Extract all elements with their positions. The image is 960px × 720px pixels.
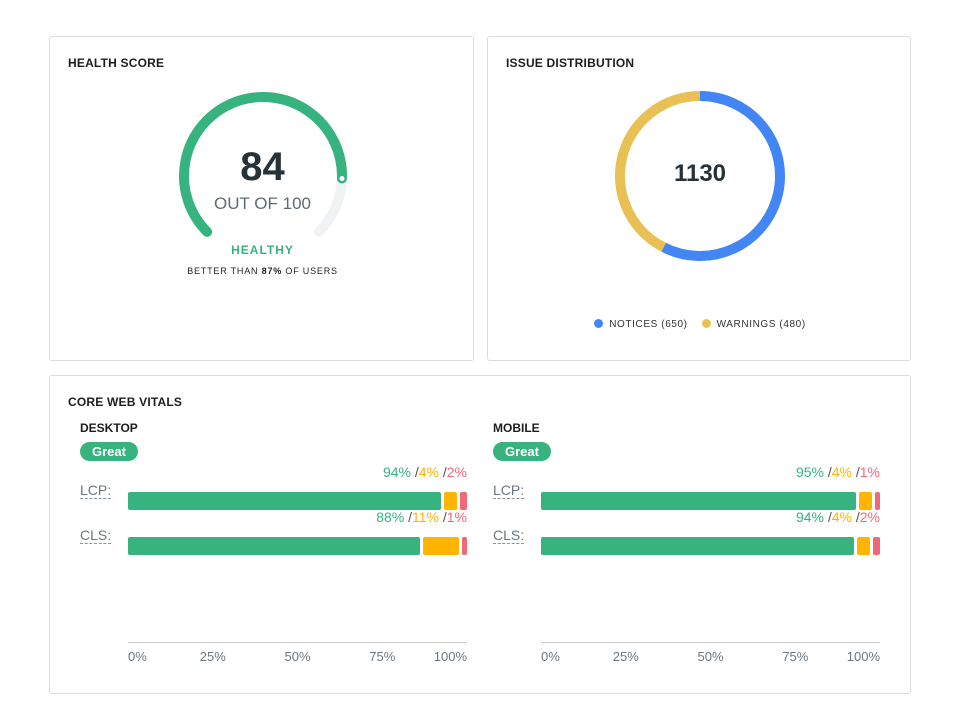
better-than-text: BETTER THAN 87% OF USERS	[187, 266, 338, 276]
metric-bar[interactable]	[128, 537, 467, 555]
x-tick-label: 100%	[433, 649, 467, 664]
bar-bad-segment[interactable]	[462, 537, 467, 555]
x-axis	[541, 642, 880, 643]
legend-warnings[interactable]: WARNINGS (480)	[701, 319, 806, 330]
health-score-card: HEALTH SCORE 84 OUT OF 100 HEALTHY BETTE…	[49, 36, 474, 361]
metric-percentages: 94% /4% /2%	[795, 509, 880, 525]
bar-mid-segment[interactable]	[422, 537, 460, 555]
score-out-of: OUT OF 100	[214, 194, 311, 213]
metric-bar[interactable]	[541, 492, 880, 510]
legend-notices[interactable]: NOTICES (650)	[594, 319, 687, 330]
issue-donut	[615, 91, 785, 261]
x-tick-label: 50%	[284, 649, 311, 664]
bar-bad-segment[interactable]	[873, 537, 880, 555]
x-tick-label: 0%	[128, 649, 147, 664]
x-tick-label: 75%	[369, 649, 396, 664]
metric-percentages: 94% /4% /2%	[382, 464, 467, 480]
bar-mid-segment[interactable]	[444, 492, 458, 510]
bar-bad-segment[interactable]	[460, 492, 467, 510]
x-tick-label: 25%	[199, 649, 226, 664]
bar-good-segment[interactable]	[541, 492, 856, 510]
metric-label[interactable]: CLS:	[493, 527, 525, 544]
x-axis	[128, 642, 467, 643]
donut-legend: NOTICES (650) WARNINGS (480)	[488, 319, 912, 330]
metric-bar[interactable]	[128, 492, 467, 510]
issue-total: 1130	[673, 160, 727, 187]
bar-bad-segment[interactable]	[875, 492, 880, 510]
bar-good-segment[interactable]	[541, 537, 855, 555]
x-tick-label: 0%	[541, 649, 560, 664]
x-tick-label: 100%	[846, 649, 880, 664]
bar-good-segment[interactable]	[128, 537, 420, 555]
bar-mid-segment[interactable]	[857, 537, 871, 555]
metric-bar[interactable]	[541, 537, 880, 555]
warnings-dot-icon	[701, 319, 711, 328]
metric-percentages: 88% /11% /1%	[376, 509, 467, 525]
metric-percentages: 95% /4% /1%	[795, 464, 880, 480]
health-status: HEALTHY	[231, 243, 294, 257]
core-web-vitals-card: CORE WEB VITALS DESKTOP Great LCP: 94% /4% …	[49, 375, 911, 694]
metric-label[interactable]: LCP:	[80, 482, 112, 499]
panel-title: DESKTOP	[80, 421, 138, 435]
x-tick-label: 25%	[612, 649, 639, 664]
issue-distribution-card: ISSUE DISTRIBUTION 1130 NOTICES (650) WA…	[487, 36, 911, 361]
panel-title: MOBILE	[493, 421, 540, 435]
card-title: CORE WEB VITALS	[68, 395, 183, 409]
bar-mid-segment[interactable]	[858, 492, 873, 510]
rating-badge: Great	[493, 442, 551, 461]
rating-badge: Great	[80, 442, 138, 461]
notices-dot-icon	[594, 319, 604, 328]
metric-label[interactable]: CLS:	[80, 527, 112, 544]
score-value: 84	[240, 145, 285, 189]
bar-good-segment[interactable]	[128, 492, 442, 510]
x-tick-label: 75%	[782, 649, 809, 664]
x-tick-label: 50%	[697, 649, 724, 664]
metric-label[interactable]: LCP:	[493, 482, 525, 499]
